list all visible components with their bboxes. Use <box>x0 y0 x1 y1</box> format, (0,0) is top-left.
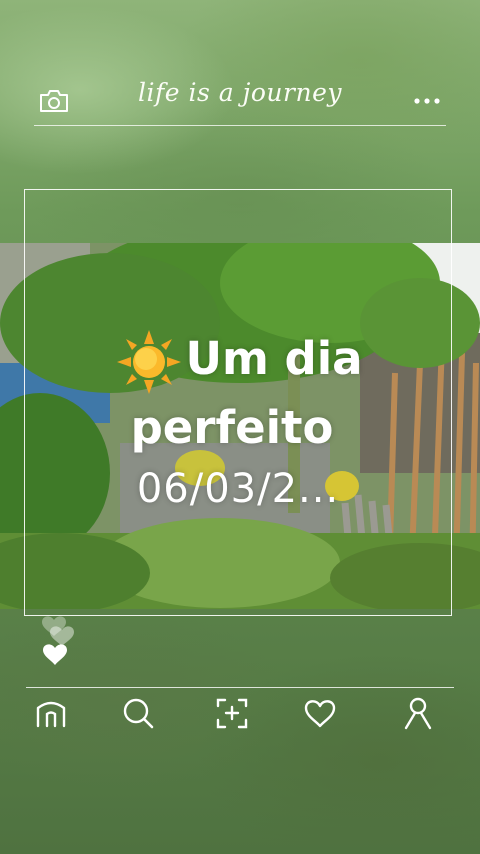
heart-icon[interactable] <box>38 612 82 668</box>
caption-line-1: Um dia <box>0 330 480 394</box>
more-dots-icon[interactable] <box>412 96 442 106</box>
home-icon[interactable] <box>34 696 68 730</box>
favorites-heart-icon[interactable] <box>303 696 337 730</box>
top-bar: life is a journey <box>0 0 480 128</box>
add-photo-icon[interactable] <box>215 696 249 730</box>
caption-text-1: Um dia <box>185 332 363 385</box>
sun-icon <box>117 330 182 394</box>
brand-title: life is a journey <box>138 78 342 107</box>
camera-icon[interactable] <box>38 88 70 114</box>
bottom-nav <box>0 696 480 736</box>
search-icon[interactable] <box>121 696 155 730</box>
profile-icon[interactable] <box>401 696 435 730</box>
caption-line-3: 06/03/2... <box>136 466 340 512</box>
caption-line-2: perfeito <box>130 401 334 454</box>
bottom-divider <box>26 687 454 688</box>
top-divider <box>34 125 446 126</box>
